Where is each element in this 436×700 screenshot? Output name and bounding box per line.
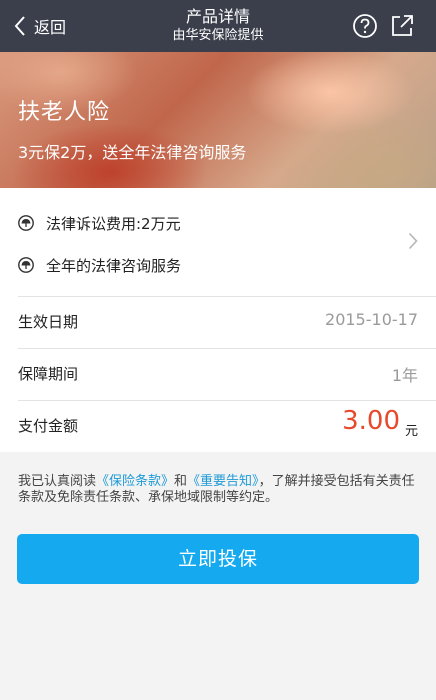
umbrella-icon (18, 257, 34, 273)
product-tagline: 3元保2万，送全年法律咨询服务 (18, 143, 247, 162)
agreement-and: 和 (174, 474, 188, 489)
agreement-text: 我已认真阅读《保险条款》和《重要告知》，了解并接受包括有关责任条款及免除责任条款… (18, 474, 418, 506)
coverage-section[interactable]: 法律诉讼费用:2万元 全年的法律咨询服务 (0, 188, 436, 296)
payment-label: 支付金额 (18, 417, 79, 435)
effective-date-label: 生效日期 (18, 313, 79, 331)
help-circle-icon[interactable] (352, 13, 378, 39)
coverage-period-label: 保障期间 (18, 365, 79, 383)
payment-row: 支付金额 3.00 元 (0, 400, 436, 452)
coverage-item: 法律诉讼费用:2万元 (18, 212, 181, 234)
back-button[interactable]: 返回 (14, 13, 66, 39)
payment-amount: 3.00 (342, 406, 400, 436)
top-navigation-bar: 返回 产品详情 由华安保险提供 (0, 0, 436, 52)
coverage-period-row: 保障期间 1年 (0, 348, 436, 400)
title-block: 产品详情 由华安保险提供 (100, 7, 336, 45)
insurance-terms-link[interactable]: 《保险条款》 (96, 474, 174, 489)
coverage-label: 法律诉讼费用:2万元 (46, 214, 181, 233)
umbrella-icon (18, 215, 34, 231)
coverage-item: 全年的法律咨询服务 (18, 254, 181, 276)
chevron-left-icon (14, 16, 25, 36)
payment-unit: 元 (404, 424, 418, 439)
agreement-prefix: 我已认真阅读 (18, 474, 97, 489)
product-name: 扶老人险 (18, 100, 111, 125)
buy-now-button[interactable]: 立即投保 (17, 534, 419, 584)
product-banner: 扶老人险 3元保2万，送全年法律咨询服务 (0, 52, 436, 188)
page-title: 产品详情 (185, 7, 250, 26)
coverage-period-value: 1年 (391, 366, 418, 385)
effective-date-row: 生效日期 2015-10-17 (0, 296, 436, 348)
coverage-label: 全年的法律咨询服务 (46, 256, 182, 275)
chevron-right-icon (408, 232, 418, 250)
important-notice-link[interactable]: 《重要告知》 (187, 474, 259, 489)
share-out-icon[interactable] (389, 13, 415, 39)
page-subtitle: 由华安保险提供 (172, 28, 264, 43)
effective-date-value: 2015-10-17 (325, 310, 418, 329)
back-label: 返回 (34, 18, 67, 37)
